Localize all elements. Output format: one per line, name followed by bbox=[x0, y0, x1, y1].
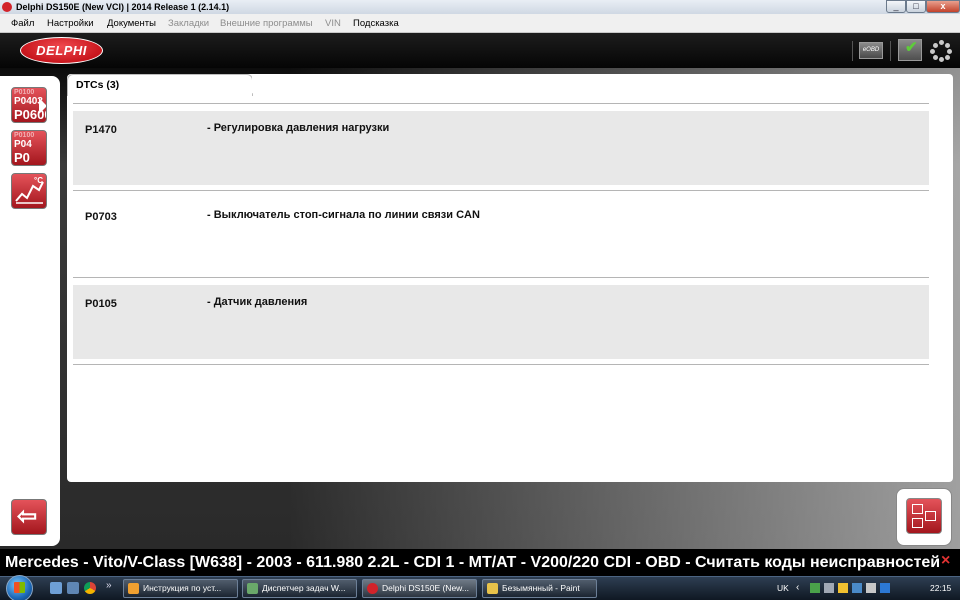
bluetooth-icon[interactable] bbox=[880, 583, 890, 593]
app-icon bbox=[2, 2, 12, 12]
row-divider bbox=[73, 103, 929, 104]
warning-icon[interactable] bbox=[838, 583, 848, 593]
menu-bar: Файл Настройки Документы Закладки Внешни… bbox=[0, 14, 960, 33]
back-arrow-icon: ⇦ bbox=[17, 503, 38, 530]
tab-dtcs[interactable]: DTCs (3) bbox=[67, 74, 270, 96]
device-icon[interactable] bbox=[824, 583, 834, 593]
dtc-description: - Выключатель стоп-сигнала по линии связ… bbox=[207, 209, 480, 221]
network-icon[interactable] bbox=[810, 583, 820, 593]
report-button[interactable] bbox=[896, 488, 952, 546]
table-row[interactable]: P0703 - Выключатель стоп-сигнала по лини… bbox=[73, 198, 929, 272]
menu-settings[interactable]: Настройки bbox=[47, 14, 94, 33]
status-close-icon[interactable]: × bbox=[941, 553, 950, 569]
window-title: Delphi DS150E (New VCI) | 2014 Release 1… bbox=[16, 2, 230, 12]
menu-vin[interactable]: VIN bbox=[325, 14, 341, 33]
taskbar-item-paint[interactable]: Безымянный - Paint bbox=[482, 579, 597, 598]
taskbar-item-instruction[interactable]: Инструкция по уст... bbox=[123, 579, 238, 598]
report-icon bbox=[906, 498, 942, 534]
vehicle-check-icon[interactable]: ✔ bbox=[898, 39, 922, 61]
menu-external-programs[interactable]: Внешние программы bbox=[220, 14, 313, 33]
menu-help[interactable]: Подсказка bbox=[353, 14, 399, 33]
clock[interactable]: 22:15 bbox=[930, 577, 951, 599]
menu-file[interactable]: Файл bbox=[11, 14, 34, 33]
app-icon bbox=[367, 583, 378, 594]
show-desktop-icon[interactable] bbox=[50, 582, 62, 594]
loading-dots-icon bbox=[930, 40, 952, 62]
dtc-description: - Регулировка давления нагрузки bbox=[207, 122, 390, 134]
windows-taskbar: » Инструкция по уст... Диспетчер задач W… bbox=[0, 575, 960, 600]
header-divider bbox=[890, 41, 891, 61]
switch-windows-icon[interactable] bbox=[67, 582, 79, 594]
app-header: DELPHI eOBD ✔ bbox=[0, 33, 960, 68]
clear-dtc-icon[interactable]: P0100 P04 P0 bbox=[11, 130, 47, 166]
app-icon bbox=[128, 583, 139, 594]
delphi-logo: DELPHI bbox=[20, 37, 103, 64]
maximize-button[interactable]: □ bbox=[906, 0, 926, 13]
language-indicator[interactable]: UK bbox=[777, 577, 789, 599]
table-row[interactable]: P0105 - Датчик давления bbox=[73, 285, 929, 359]
app-icon bbox=[247, 583, 258, 594]
chrome-icon[interactable] bbox=[84, 582, 96, 594]
back-button[interactable]: ⇦ bbox=[11, 499, 47, 535]
eobd-icon[interactable]: eOBD bbox=[859, 42, 883, 59]
live-data-icon[interactable]: °C bbox=[11, 173, 47, 209]
tray-expand-icon[interactable]: ‹ bbox=[796, 577, 799, 599]
dtc-description: - Датчик давления bbox=[207, 296, 308, 308]
dtc-code: P0703 bbox=[85, 211, 117, 223]
table-row[interactable]: P1470 - Регулировка давления нагрузки bbox=[73, 111, 929, 185]
vehicle-status-bar: Mercedes - Vito/V-Class [W638] - 2003 - … bbox=[0, 549, 960, 576]
taskbar-item-task-manager[interactable]: Диспетчер задач W... bbox=[242, 579, 357, 598]
read-dtc-icon[interactable]: P0100 P0403 P0600 bbox=[11, 87, 47, 123]
dtc-code: P0105 bbox=[85, 298, 117, 310]
row-divider bbox=[73, 364, 929, 365]
app-icon bbox=[487, 583, 498, 594]
header-divider bbox=[852, 41, 853, 61]
wifi-icon[interactable] bbox=[852, 583, 862, 593]
row-divider bbox=[73, 277, 929, 278]
menu-bookmarks[interactable]: Закладки bbox=[168, 14, 209, 33]
title-bar: Delphi DS150E (New VCI) | 2014 Release 1… bbox=[0, 0, 960, 14]
dtc-code: P1470 bbox=[85, 124, 117, 136]
close-button[interactable]: x bbox=[926, 0, 960, 13]
app-window: Delphi DS150E (New VCI) | 2014 Release 1… bbox=[0, 0, 960, 600]
more-chevron-icon[interactable]: » bbox=[106, 580, 112, 591]
system-tray: UK ‹ 22:15 bbox=[770, 577, 960, 600]
minimize-button[interactable]: _ bbox=[886, 0, 906, 13]
menu-documents[interactable]: Документы bbox=[107, 14, 156, 33]
tool-sidebar: P0100 P0403 P0600 P0100 P04 P0 °C ⇦ bbox=[0, 76, 60, 546]
volume-icon[interactable] bbox=[866, 583, 876, 593]
start-button[interactable] bbox=[6, 575, 33, 600]
row-divider bbox=[73, 190, 929, 191]
taskbar-item-delphi[interactable]: Delphi DS150E (New... bbox=[362, 579, 477, 598]
